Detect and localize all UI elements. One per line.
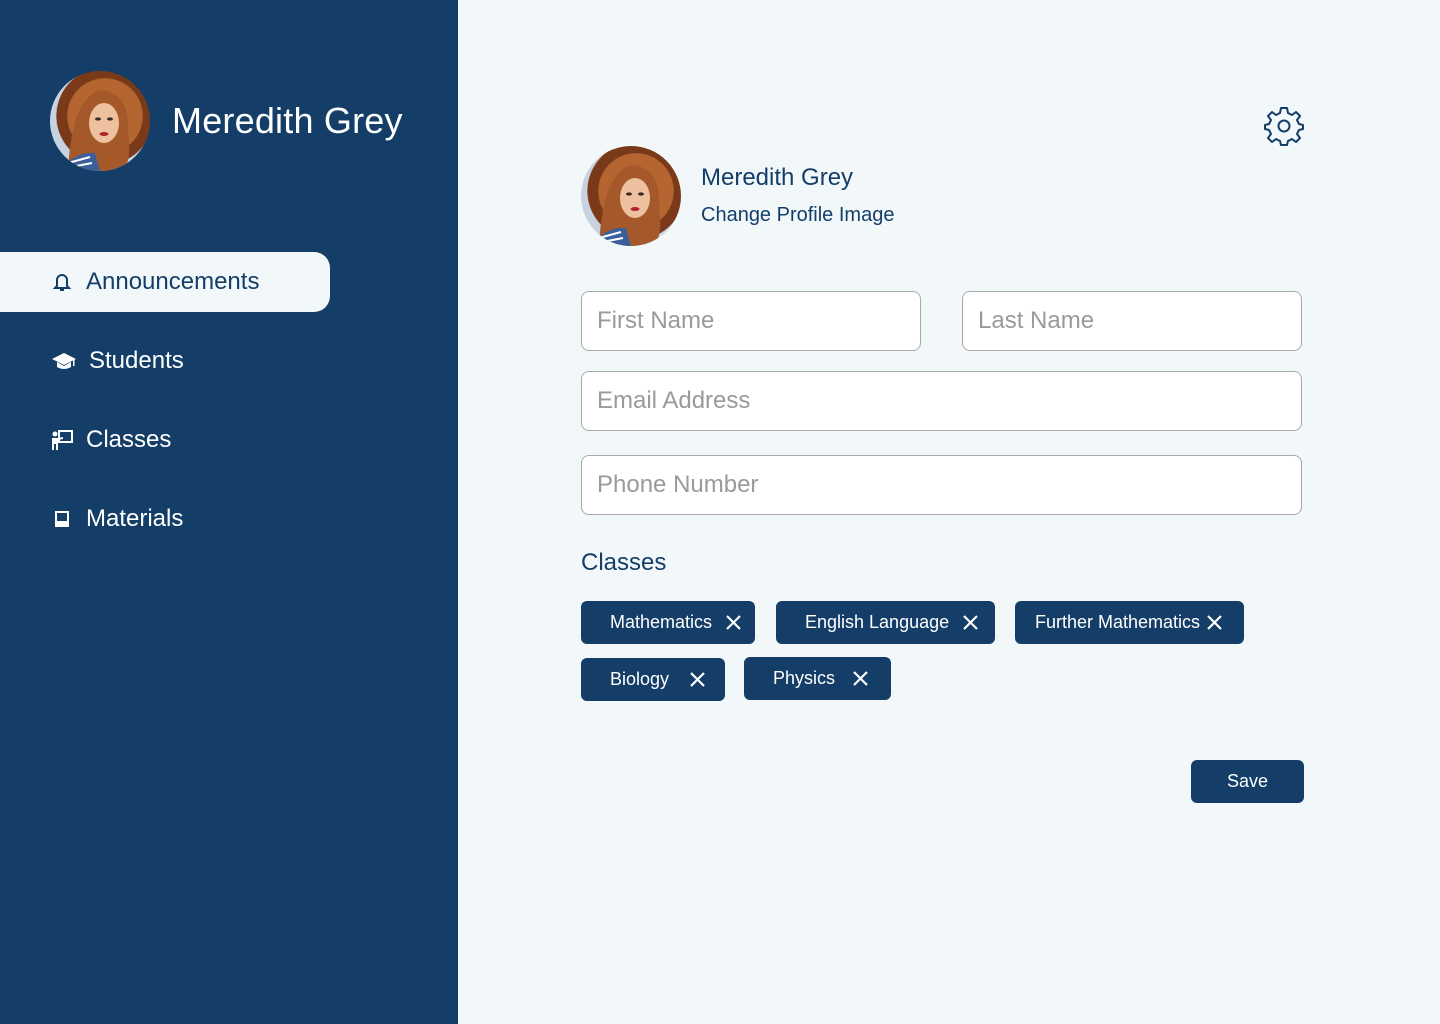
close-icon[interactable] (1206, 614, 1223, 631)
sidebar-item-label: Materials (86, 505, 184, 532)
phone-input[interactable] (581, 455, 1302, 515)
first-name-input[interactable] (581, 291, 921, 351)
sidebar-nav: Announcements Students Classes Materials (0, 252, 458, 568)
email-input[interactable] (581, 371, 1302, 431)
teacher-board-icon (50, 428, 74, 452)
change-profile-image-link[interactable]: Change Profile Image (701, 204, 894, 227)
book-icon (50, 507, 74, 531)
class-chip[interactable]: English Language (776, 601, 995, 644)
profile-header: Meredith Grey Change Profile Image (581, 146, 894, 246)
profile-text: Meredith Grey Change Profile Image (701, 164, 894, 227)
close-icon[interactable] (689, 671, 706, 688)
close-icon[interactable] (852, 670, 869, 687)
sidebar-item-students[interactable]: Students (0, 331, 458, 391)
sidebar-item-label: Students (89, 347, 184, 374)
app: Meredith Grey Announcements Students Cla… (0, 0, 1440, 1024)
sidebar-item-classes[interactable]: Classes (0, 410, 458, 470)
sidebar-item-label: Announcements (86, 268, 260, 295)
class-chip[interactable]: Mathematics (581, 601, 755, 644)
close-icon[interactable] (725, 614, 742, 631)
class-chip[interactable]: Biology (581, 658, 725, 701)
bell-icon (50, 270, 74, 294)
avatar[interactable] (581, 146, 681, 246)
sidebar: Meredith Grey Announcements Students Cla… (0, 0, 458, 1024)
class-chip-label: English Language (805, 612, 950, 632)
main-content: Meredith Grey Change Profile Image Class… (458, 0, 1440, 1024)
gear-icon[interactable] (1263, 105, 1305, 147)
classes-heading: Classes (581, 549, 667, 576)
sidebar-item-materials[interactable]: Materials (0, 489, 458, 549)
profile-name: Meredith Grey (701, 164, 854, 191)
sidebar-profile: Meredith Grey (50, 71, 403, 171)
class-chip-label: Physics (773, 668, 836, 688)
last-name-input[interactable] (962, 291, 1302, 351)
avatar (50, 71, 150, 171)
sidebar-user-name: Meredith Grey (172, 100, 403, 141)
save-button[interactable]: Save (1191, 760, 1304, 803)
sidebar-item-label: Classes (86, 426, 172, 453)
class-chip-label: Mathematics (610, 612, 713, 632)
class-chip-label: Biology (610, 669, 670, 689)
class-chip-label: Further Mathematics (1035, 612, 1201, 632)
class-chip[interactable]: Physics (744, 657, 891, 700)
graduation-cap-icon (50, 349, 77, 373)
close-icon[interactable] (962, 614, 979, 631)
sidebar-item-announcements[interactable]: Announcements (0, 252, 330, 312)
class-chip[interactable]: Further Mathematics (1015, 601, 1244, 644)
